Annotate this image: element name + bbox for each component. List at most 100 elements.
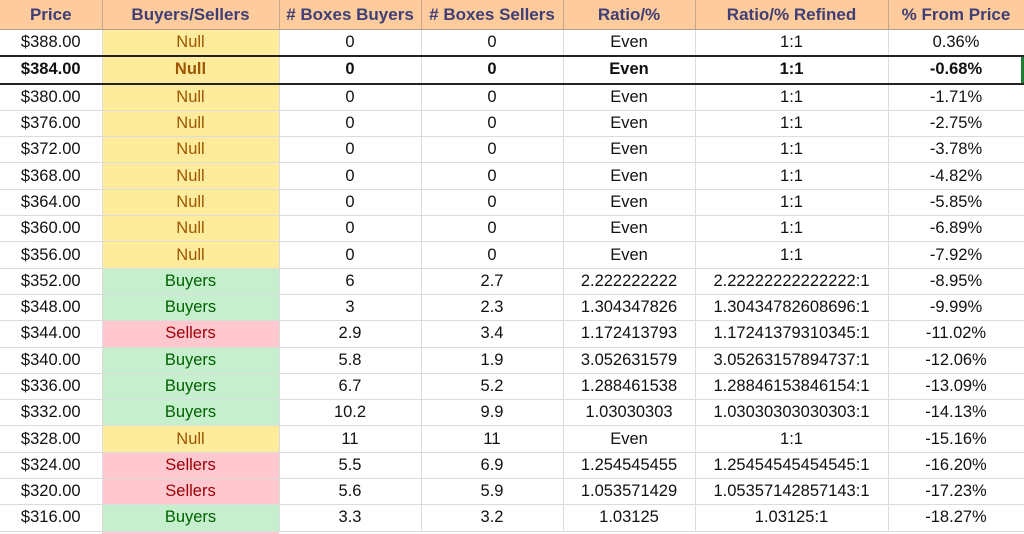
cell-ratio-refined[interactable]: 1:1 <box>694 55 889 85</box>
cell-boxes-sellers[interactable]: 6.9 <box>421 452 564 480</box>
cell-boxes-sellers[interactable]: 2.3 <box>421 294 564 322</box>
cell-ratio-refined[interactable]: 1:1 <box>695 189 889 217</box>
cell-ratio-refined[interactable]: 1:1 <box>695 162 889 190</box>
cell-boxes-buyers[interactable]: 0 <box>278 55 422 85</box>
cell-ratio-refined[interactable]: 3.05263157894737:1 <box>695 347 889 374</box>
cell-signal[interactable]: Null <box>102 189 280 217</box>
cell-boxes-buyers[interactable]: 0 <box>279 83 422 111</box>
cell-ratio-refined[interactable]: 1.03125:1 <box>695 504 889 532</box>
cell-price[interactable]: $316.00 <box>0 504 103 532</box>
cell-ratio[interactable]: 1.172413793 <box>563 320 696 348</box>
cell-boxes-sellers[interactable]: 0 <box>421 136 564 164</box>
cell-pct-from-price[interactable]: -5.85% <box>888 189 1024 217</box>
cell-price[interactable]: $376.00 <box>0 110 103 138</box>
cell-ratio-refined[interactable]: 1.03030303030303:1 <box>695 399 889 427</box>
cell-pct-from-price[interactable]: -15.16% <box>888 425 1024 453</box>
cell-boxes-buyers[interactable]: 3 <box>279 294 422 322</box>
cell-ratio-refined[interactable]: 1.30434782608696:1 <box>695 294 889 322</box>
cell-pct-from-price[interactable]: -17.23% <box>888 478 1024 506</box>
cell-boxes-buyers[interactable]: 3.3 <box>279 504 422 532</box>
cell-pct-from-price[interactable]: -2.75% <box>888 110 1024 138</box>
cell-signal[interactable]: Sellers <box>102 478 280 506</box>
cell-boxes-sellers[interactable]: 0 <box>421 241 564 269</box>
header-boxes-buyers[interactable]: # Boxes Buyers <box>279 0 422 30</box>
cell-ratio-refined[interactable]: 1:1 <box>695 29 889 57</box>
cell-signal[interactable]: Buyers <box>102 399 280 427</box>
cell-boxes-sellers[interactable]: 1.9 <box>421 347 564 374</box>
cell-signal[interactable]: Null <box>102 162 280 190</box>
cell-boxes-buyers[interactable]: 5.5 <box>279 452 422 480</box>
cell-ratio[interactable]: Even <box>563 162 696 190</box>
cell-signal[interactable]: Null <box>102 136 280 164</box>
cell-ratio-refined[interactable]: 2.22222222222222:1 <box>695 268 889 295</box>
cell-boxes-sellers[interactable]: 11 <box>421 425 564 453</box>
cell-pct-from-price[interactable]: -6.89% <box>888 215 1024 243</box>
cell-ratio[interactable]: 1.288461538 <box>563 373 696 401</box>
cell-boxes-buyers[interactable]: 0 <box>279 29 422 57</box>
cell-ratio-refined[interactable]: 1.25454545454545:1 <box>695 452 889 480</box>
cell-pct-from-price[interactable]: -14.13% <box>888 399 1024 427</box>
cell-price[interactable]: $324.00 <box>0 452 103 480</box>
cell-pct-from-price[interactable]: -8.95% <box>888 268 1024 295</box>
cell-price[interactable]: $328.00 <box>0 425 103 453</box>
cell-boxes-sellers[interactable]: 3.4 <box>421 320 564 348</box>
cell-signal[interactable]: Null <box>102 29 280 57</box>
cell-ratio-refined[interactable]: 1.28846153846154:1 <box>695 373 889 401</box>
cell-price[interactable]: $360.00 <box>0 215 103 243</box>
cell-boxes-buyers[interactable]: 11 <box>279 425 422 453</box>
cell-ratio-refined[interactable]: 1:1 <box>695 83 889 111</box>
cell-boxes-buyers[interactable]: 0 <box>279 241 422 269</box>
cell-price[interactable]: $380.00 <box>0 83 103 111</box>
cell-signal[interactable]: Buyers <box>102 504 280 532</box>
cell-pct-from-price[interactable]: -18.27% <box>888 504 1024 532</box>
cell-boxes-buyers[interactable]: 0 <box>279 110 422 138</box>
cell-signal[interactable]: Null <box>102 425 280 453</box>
cell-ratio[interactable]: Even <box>563 241 696 269</box>
cell-boxes-buyers[interactable]: 5.8 <box>279 347 422 374</box>
cell-ratio[interactable]: 3.052631579 <box>563 347 696 374</box>
cell-ratio-refined[interactable]: 1:1 <box>695 425 889 453</box>
cell-ratio[interactable]: Even <box>563 189 696 217</box>
cell-pct-from-price[interactable]: -0.68% <box>887 55 1024 85</box>
cell-boxes-sellers[interactable]: 0 <box>421 110 564 138</box>
cell-price[interactable]: $364.00 <box>0 189 103 217</box>
header-pct-from-price[interactable]: % From Price <box>888 0 1024 30</box>
cell-boxes-sellers[interactable]: 0 <box>421 189 564 217</box>
cell-boxes-sellers[interactable]: 2.7 <box>421 268 564 295</box>
cell-price[interactable]: $348.00 <box>0 294 103 322</box>
cell-price[interactable]: $368.00 <box>0 162 103 190</box>
cell-price[interactable]: $344.00 <box>0 320 103 348</box>
cell-ratio[interactable]: Even <box>563 136 696 164</box>
cell-boxes-sellers[interactable]: 3.2 <box>421 504 564 532</box>
cell-pct-from-price[interactable]: -12.06% <box>888 347 1024 374</box>
cell-ratio[interactable]: Even <box>563 29 696 57</box>
cell-price[interactable]: $384.00 <box>0 55 103 85</box>
cell-ratio[interactable]: 2.222222222 <box>563 268 696 295</box>
cell-ratio[interactable]: 1.304347826 <box>563 294 696 322</box>
cell-ratio[interactable]: 1.053571429 <box>563 478 696 506</box>
cell-ratio-refined[interactable]: 1:1 <box>695 136 889 164</box>
cell-boxes-sellers[interactable]: 0 <box>421 29 564 57</box>
cell-pct-from-price[interactable]: -1.71% <box>888 83 1024 111</box>
cell-pct-from-price[interactable]: -7.92% <box>888 241 1024 269</box>
cell-price[interactable]: $320.00 <box>0 478 103 506</box>
cell-ratio-refined[interactable]: 1.05357142857143:1 <box>695 478 889 506</box>
cell-signal[interactable]: Null <box>102 241 280 269</box>
cell-price[interactable]: $388.00 <box>0 29 103 57</box>
cell-boxes-buyers[interactable]: 6.7 <box>279 373 422 401</box>
cell-ratio[interactable]: 1.03125 <box>563 504 696 532</box>
cell-pct-from-price[interactable]: 0.36% <box>888 29 1024 57</box>
cell-price[interactable]: $336.00 <box>0 373 103 401</box>
cell-pct-from-price[interactable]: -13.09% <box>888 373 1024 401</box>
header-price[interactable]: Price <box>0 0 103 30</box>
cell-signal[interactable]: Buyers <box>102 268 280 295</box>
cell-boxes-buyers[interactable]: 0 <box>279 162 422 190</box>
cell-ratio[interactable]: Even <box>563 215 696 243</box>
header-boxes-sellers[interactable]: # Boxes Sellers <box>421 0 564 30</box>
cell-pct-from-price[interactable]: -9.99% <box>888 294 1024 322</box>
header-buyers-sellers[interactable]: Buyers/Sellers <box>102 0 280 30</box>
cell-boxes-sellers[interactable]: 0 <box>421 83 564 111</box>
cell-boxes-sellers[interactable]: 9.9 <box>421 399 564 427</box>
cell-boxes-buyers[interactable]: 10.2 <box>279 399 422 427</box>
cell-pct-from-price[interactable]: -11.02% <box>888 320 1024 348</box>
